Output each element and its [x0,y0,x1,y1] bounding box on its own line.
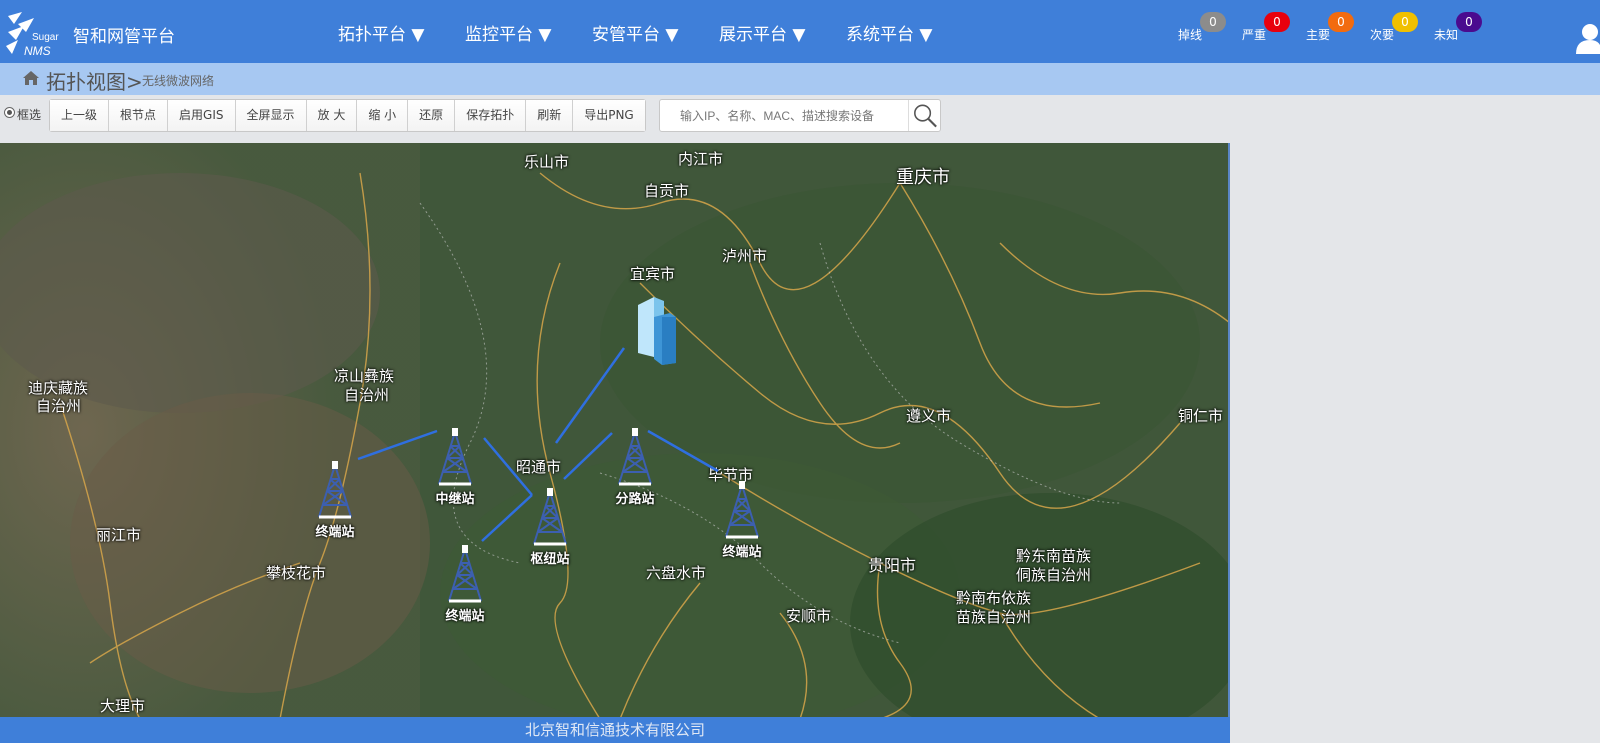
tower-icon [448,545,482,603]
search-icon[interactable] [908,100,941,131]
alarm-unknown[interactable]: 未知 0 [1434,12,1482,43]
sugar-nms-logo: Sugar NMS [6,12,59,58]
nav-display[interactable]: 展示平台 ▼ [719,20,846,45]
alarm-summary: 掉线 0 严重 0 主要 0 次要 0 未知 0 [1178,12,1498,52]
node-label: 分路站 [615,492,655,507]
tower-icon [725,481,759,539]
tower-icon [438,428,472,486]
user-icon[interactable] [1576,22,1600,54]
node-label: 终端站 [722,545,762,560]
select-mode-label: 框选 [17,108,42,122]
alarm-label: 主要 [1306,28,1331,42]
alarm-count-badge: 0 [1328,12,1354,32]
alarm-label: 未知 [1434,28,1459,42]
building-icon [638,297,676,365]
app-title: 智和网管平台 [73,27,175,47]
tower-icon [318,461,352,519]
node-terminal-east[interactable]: 终端站 [712,481,772,560]
root-node-button[interactable]: 根节点 [109,100,169,131]
node-terminal-south[interactable]: 终端站 [435,545,495,624]
footer-company: 北京智和信通技术有限公司 [524,721,705,739]
save-topology-button[interactable]: 保存拓扑 [455,100,527,131]
nav-security[interactable]: 安管平台 ▼ [592,20,719,45]
up-level-button[interactable]: 上一级 [50,100,110,131]
node-hub[interactable]: 枢纽站 [520,488,580,567]
alarm-count-badge: 0 [1456,12,1482,32]
node-branch[interactable]: 分路站 [605,428,665,507]
node-label: 中继站 [435,492,475,507]
top-bar: Sugar NMS 智和网管平台 拓扑平台 ▼ 监控平台 ▼ 安管平台 ▼ 展示… [0,0,1600,63]
alarm-critical[interactable]: 严重 0 [1242,12,1290,43]
node-building[interactable] [624,293,684,365]
nav-topology[interactable]: 拓扑平台 ▼ [338,20,465,45]
topology-toolbar: 框选 上一级 根节点 启用GIS 全屏显示 放 大 缩 小 还原 保存拓扑 刷新… [0,99,960,133]
alarm-offline[interactable]: 掉线 0 [1178,12,1226,43]
nav-monitor[interactable]: 监控平台 ▼ [465,20,592,45]
home-icon[interactable] [22,70,40,86]
node-terminal-west[interactable]: 终端站 [305,461,365,540]
export-png-button[interactable]: 导出PNG [573,100,645,131]
refresh-button[interactable]: 刷新 [526,100,574,131]
restore-button[interactable]: 还原 [408,100,456,131]
device-search [659,99,941,132]
svg-text:NMS: NMS [24,44,51,58]
node-relay[interactable]: 中继站 [425,428,485,507]
enable-gis-button[interactable]: 启用GIS [168,100,236,131]
alarm-major[interactable]: 主要 0 [1306,12,1354,43]
fullscreen-button[interactable]: 全屏显示 [235,100,307,131]
topology-map[interactable]: 乐山市 内江市 重庆市 自贡市 泸州市 宜宾市 凉山彝族 自治州 迪庆藏族 自治… [0,143,1230,719]
node-label: 枢纽站 [530,552,570,567]
footer: 北京智和信通技术有限公司 [0,717,1230,743]
tower-icon [618,428,652,486]
toolbar-button-group: 上一级 根节点 启用GIS 全屏显示 放 大 缩 小 还原 保存拓扑 刷新 导出… [49,99,646,132]
breadcrumb-current: 无线微波网络 [142,74,215,88]
main-nav: 拓扑平台 ▼ 监控平台 ▼ 安管平台 ▼ 展示平台 ▼ 系统平台 ▼ [338,20,973,45]
alarm-count-badge: 0 [1200,12,1226,32]
alarm-minor[interactable]: 次要 0 [1370,12,1418,43]
svg-text:Sugar: Sugar [32,32,59,43]
select-mode-radio[interactable] [4,107,15,118]
alarm-label: 次要 [1370,28,1395,42]
alarm-label: 严重 [1242,28,1267,42]
node-label: 终端站 [315,525,355,540]
alarm-label: 掉线 [1178,28,1203,42]
alarm-count-badge: 0 [1392,12,1418,32]
zoom-out-button[interactable]: 缩 小 [357,100,409,131]
link-relay-hub [483,437,533,496]
alarm-count-badge: 0 [1264,12,1290,32]
node-label: 终端站 [445,609,485,624]
zoom-in-button[interactable]: 放 大 [306,100,358,131]
breadcrumb-topology-view[interactable]: 拓扑视图> [46,66,143,95]
tower-icon [533,488,567,546]
search-input[interactable] [664,102,904,130]
nav-system[interactable]: 系统平台 ▼ [846,20,973,45]
breadcrumb: 拓扑视图> 无线微波网络 [0,63,1600,95]
